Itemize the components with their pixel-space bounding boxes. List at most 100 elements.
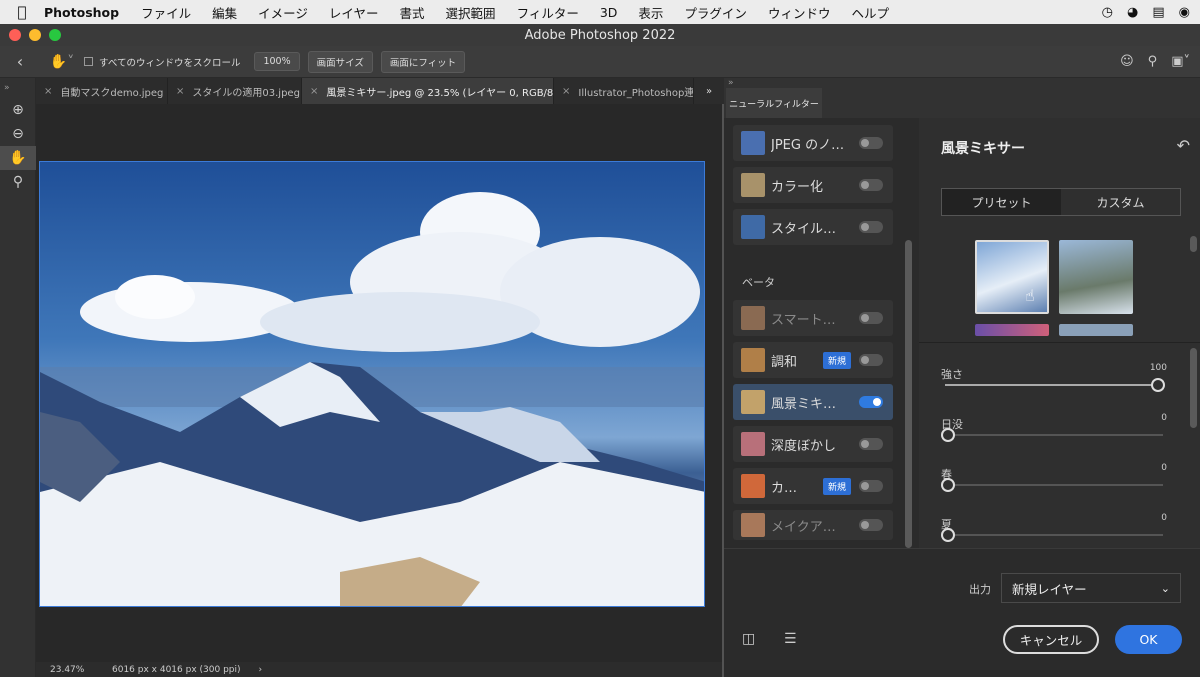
preset-sunset-thumbnail[interactable] <box>975 324 1049 336</box>
slider-track[interactable] <box>945 534 1163 536</box>
control-center-icon[interactable]: ▤ <box>1152 5 1164 20</box>
filter-toggle[interactable] <box>859 438 883 450</box>
workspace-icon[interactable]: ▣˅ <box>1171 54 1190 69</box>
filter-toggle[interactable] <box>859 519 883 531</box>
zoom-in-icon[interactable]: ⊕ <box>0 98 36 122</box>
settings-scrollbar[interactable] <box>1190 348 1197 428</box>
seg-custom[interactable]: カスタム <box>1061 189 1180 215</box>
filter-style-transfer[interactable]: スタイル… <box>733 209 893 245</box>
scroll-all-checkbox[interactable]: すべてのウィンドウをスクロール <box>84 55 240 69</box>
menu-filter[interactable]: フィルター <box>517 3 579 22</box>
history-icon[interactable]: ◷ <box>1102 5 1113 20</box>
slider-strength[interactable]: 強さ 100 <box>941 363 1167 392</box>
status-chevron-icon[interactable]: › <box>259 665 263 675</box>
layers-icon[interactable]: ☰ <box>784 631 797 647</box>
slider-knob[interactable] <box>941 478 955 492</box>
filter-toggle[interactable] <box>859 480 883 492</box>
minimize-window-button[interactable] <box>29 29 41 41</box>
slider-spring[interactable]: 春 0 <box>941 463 1167 492</box>
slider-track[interactable] <box>945 484 1163 486</box>
window-titlebar: Adobe Photoshop 2022 <box>0 24 1200 46</box>
screen-size-button[interactable]: 画面サイズ <box>307 50 373 73</box>
filter-toggle[interactable] <box>859 354 883 366</box>
ok-button[interactable]: OK <box>1115 625 1182 654</box>
more-tabs-icon[interactable]: » <box>694 78 724 104</box>
hand-tool-preset-icon[interactable]: ✋˅ <box>40 54 84 70</box>
new-badge: 新規 <box>822 351 851 369</box>
zoom-level[interactable]: 23.47% <box>50 665 112 675</box>
apple-icon[interactable]:  <box>0 3 44 21</box>
menu-help[interactable]: ヘルプ <box>851 3 889 22</box>
filter-harmonization[interactable]: 調和 新規 <box>733 342 893 378</box>
menu-image[interactable]: イメージ <box>258 3 308 22</box>
menu-plugins[interactable]: プラグイン <box>684 3 747 22</box>
hand-tool-icon[interactable]: ✋ <box>0 146 36 170</box>
siri-icon[interactable]: ◉ <box>1179 5 1190 20</box>
close-tab-icon[interactable]: × <box>44 86 52 97</box>
filter-toggle[interactable] <box>859 137 883 149</box>
menu-view[interactable]: 表示 <box>638 3 663 22</box>
zoom-100-button[interactable]: 100% <box>254 52 300 71</box>
tab-automask[interactable]: × 自動マスクdemo.jpeg <box>36 78 168 104</box>
expand-tools-icon[interactable]: » <box>0 78 36 98</box>
filter-thumbnail <box>741 474 765 498</box>
cancel-button[interactable]: キャンセル <box>1003 625 1099 654</box>
filter-colorize[interactable]: カラー化 <box>733 167 893 203</box>
slider-knob[interactable] <box>1151 378 1165 392</box>
back-arrow-icon[interactable]: ‹ <box>0 52 40 71</box>
menu-type[interactable]: 書式 <box>400 3 425 22</box>
slider-knob[interactable] <box>941 428 955 442</box>
tab-illustrator-photoshop[interactable]: × Illustrator_Photoshop連 <box>554 78 694 104</box>
filter-color-transfer[interactable]: カ… 新規 <box>733 468 893 504</box>
filter-depth-blur[interactable]: 深度ぼかし <box>733 426 893 462</box>
tab-style-apply[interactable]: × スタイルの適用03.jpeg <box>168 78 302 104</box>
menu-file[interactable]: ファイル <box>141 3 191 22</box>
menu-edit[interactable]: 編集 <box>212 3 237 22</box>
compare-view-icon[interactable]: ◫ <box>742 631 755 647</box>
filter-toggle[interactable] <box>859 396 883 408</box>
seg-preset[interactable]: プリセット <box>942 189 1061 215</box>
canvas-area[interactable] <box>36 104 722 662</box>
filter-makeup-transfer[interactable]: メイクア… <box>733 510 893 540</box>
fit-screen-button[interactable]: 画面にフィット <box>380 50 466 73</box>
filter-toggle[interactable] <box>859 312 883 324</box>
slider-summer[interactable]: 夏 0 <box>941 513 1167 542</box>
filter-smart-portrait[interactable]: スマート… <box>733 300 893 336</box>
zoom-window-button[interactable] <box>49 29 61 41</box>
zoom-out-icon[interactable]: ⊖ <box>0 122 36 146</box>
collapse-panel-icon[interactable]: » <box>728 78 734 88</box>
slider-knob[interactable] <box>941 528 955 542</box>
filter-jpeg-artifacts[interactable]: JPEG のノ… <box>733 125 893 161</box>
share-user-icon[interactable]: ☺ <box>1120 54 1134 69</box>
menu-app-name[interactable]: Photoshop <box>44 5 119 20</box>
tab-landscape-mixer[interactable]: × 風景ミキサー.jpeg @ 23.5% (レイヤー 0, RGB/8) * <box>302 78 554 104</box>
settings-scrollbar-top[interactable] <box>1190 236 1197 252</box>
zoom-tool-icon[interactable]: ⚲ <box>0 170 36 194</box>
close-tab-icon[interactable]: × <box>176 86 184 97</box>
close-tab-icon[interactable]: × <box>310 86 318 97</box>
tab-neural-filters[interactable]: ニューラルフィルター <box>726 88 822 118</box>
filter-landscape-mixer[interactable]: 風景ミキ… <box>733 384 893 420</box>
search-icon[interactable]: ⚲ <box>1148 54 1158 69</box>
menu-layer[interactable]: レイヤー <box>329 3 379 22</box>
menu-window[interactable]: ウィンドウ <box>768 3 831 22</box>
document-image[interactable] <box>39 161 705 607</box>
filter-list-scrollbar[interactable] <box>905 240 912 548</box>
reset-icon[interactable]: ↶ <box>1177 136 1190 155</box>
preset-winter-thumbnail[interactable]: ☝ <box>975 240 1049 314</box>
preset-misc-thumbnail[interactable] <box>1059 324 1133 336</box>
filter-settings: 風景ミキサー ↶ プリセット カスタム ☝ 強さ 100 日没 0 春 0 夏 … <box>919 118 1200 548</box>
creative-cloud-icon[interactable]: ◕ <box>1127 5 1138 20</box>
preset-custom-switch: プリセット カスタム <box>941 188 1181 216</box>
slider-sunset[interactable]: 日没 0 <box>941 413 1167 442</box>
close-tab-icon[interactable]: × <box>562 86 570 97</box>
slider-track[interactable] <box>945 434 1163 436</box>
preset-lake-thumbnail[interactable] <box>1059 240 1133 314</box>
close-window-button[interactable] <box>9 29 21 41</box>
filter-toggle[interactable] <box>859 179 883 191</box>
menu-select[interactable]: 選択範囲 <box>446 3 496 22</box>
checkbox-box[interactable] <box>84 57 93 66</box>
menu-3d[interactable]: 3D <box>600 5 618 20</box>
output-select[interactable]: 新規レイヤー ⌄ <box>1001 573 1181 603</box>
filter-toggle[interactable] <box>859 221 883 233</box>
